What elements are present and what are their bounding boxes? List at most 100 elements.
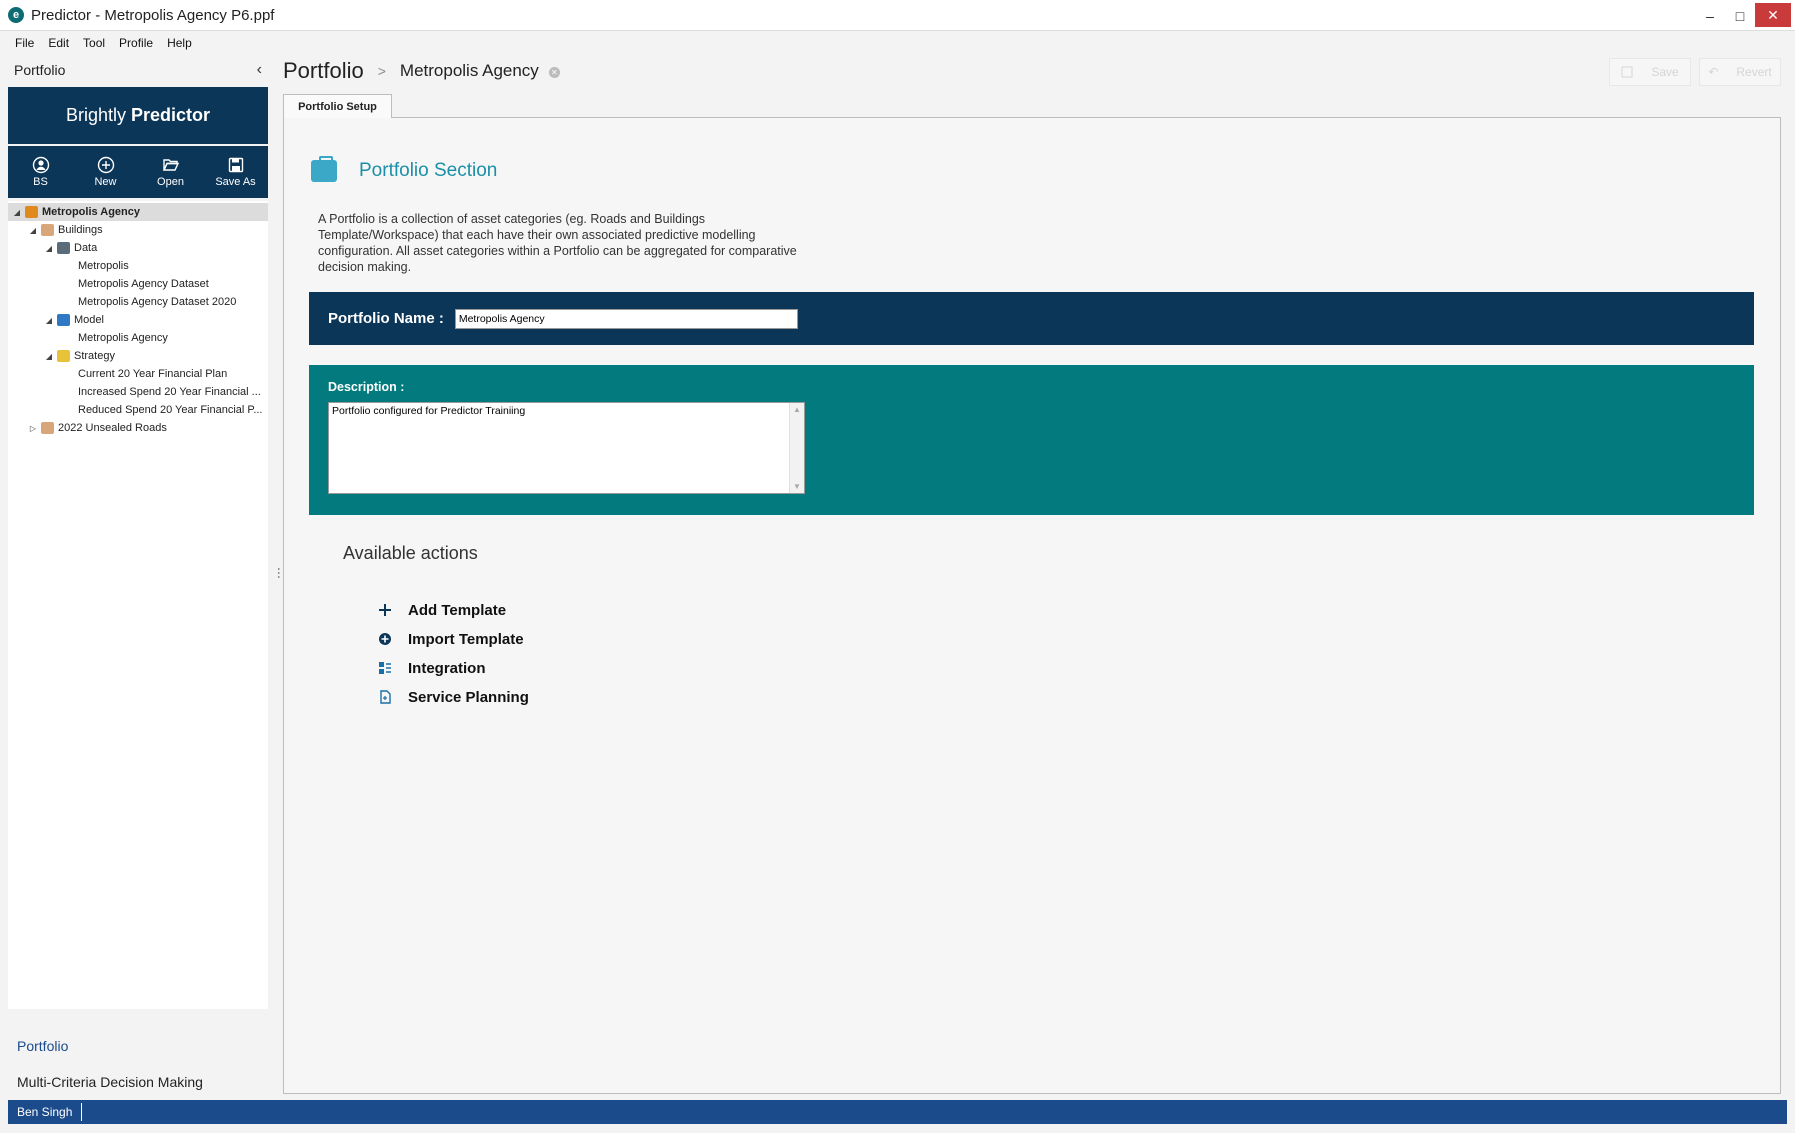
left-panel: Portfolio ‹ Brightly Predictor BS New Op…	[8, 56, 268, 1098]
breadcrumb-separator-icon: >	[377, 63, 386, 79]
portfolio-name-input[interactable]	[454, 308, 798, 329]
bs-label: BS	[33, 176, 48, 188]
save-as-label: Save As	[215, 176, 256, 188]
description-label: Description :	[328, 380, 405, 394]
tree-item[interactable]: ◢ Buildings	[8, 221, 268, 239]
actions-title: Available actions	[343, 543, 478, 563]
brand-light: Brightly	[65, 105, 126, 125]
tab-portfolio-setup[interactable]: Portfolio Setup	[283, 94, 392, 118]
tree-item[interactable]: Metropolis Agency Dataset 2020	[8, 293, 268, 311]
tree-expander-icon[interactable]: ◢	[28, 226, 38, 235]
description-textarea[interactable]: Portfolio configured for Predictor Train…	[328, 402, 805, 494]
nav-mcdm[interactable]: Multi-Criteria Decision Making	[8, 1064, 268, 1100]
portfolio-name-label: Portfolio Name :	[328, 310, 444, 327]
breadcrumb-root[interactable]: Portfolio	[283, 58, 364, 84]
tree-item-label: Strategy	[74, 350, 115, 362]
revert-button[interactable]: ↶ Revert	[1699, 58, 1781, 86]
tree-item-label: Data	[74, 242, 98, 254]
new-button[interactable]: New	[78, 156, 133, 188]
brand-bold: Predictor	[131, 105, 211, 125]
tree-expander-icon[interactable]: ◢	[12, 208, 22, 217]
tree-item[interactable]: ▷ 2022 Unsealed Roads	[8, 419, 268, 437]
tree-expander-icon[interactable]: ◢	[44, 316, 54, 325]
close-breadcrumb-icon[interactable]: ✕	[548, 66, 560, 78]
tree-item[interactable]: ◢ Strategy	[8, 347, 268, 365]
tree-expander-icon[interactable]: ◢	[44, 244, 54, 253]
left-nav: Portfolio Multi-Criteria Decision Making	[8, 1028, 268, 1100]
tree-item[interactable]: Current 20 Year Financial Plan	[8, 365, 268, 383]
tree-item-label: Metropolis Agency Dataset	[78, 278, 209, 290]
tree-expander-icon[interactable]: ▷	[28, 424, 38, 433]
floppy-disk-icon	[228, 157, 243, 173]
new-label: New	[94, 176, 117, 188]
save-button[interactable]: Save	[1609, 58, 1691, 86]
plus-circle-icon	[97, 156, 114, 174]
description-scrollbar[interactable]: ▲ ▼	[789, 403, 804, 493]
database-icon	[57, 242, 70, 254]
status-bar: Ben Singh	[8, 1100, 1787, 1124]
integration-label: Integration	[408, 659, 486, 677]
breadcrumb-current: Metropolis Agency	[399, 61, 539, 80]
collapse-panel-icon[interactable]: ‹	[257, 61, 262, 79]
briefcase-icon	[311, 156, 337, 182]
nav-portfolio[interactable]: Portfolio	[8, 1028, 268, 1064]
menu-file[interactable]: File	[8, 33, 41, 53]
template-icon	[41, 224, 54, 236]
tree-item-label: Metropolis	[78, 260, 129, 272]
add-template-action[interactable]: Add Template	[377, 599, 506, 621]
open-button[interactable]: Open	[143, 156, 198, 188]
portfolio-name-band: Portfolio Name :	[309, 292, 1754, 345]
breadcrumb: Portfolio > Metropolis Agency ✕	[283, 58, 560, 84]
menu-edit[interactable]: Edit	[41, 33, 76, 53]
tree-item-label: Current 20 Year Financial Plan	[78, 368, 228, 380]
import-template-action[interactable]: Import Template	[377, 628, 524, 650]
title-bar: e Predictor - Metropolis Agency P6.ppf –…	[0, 0, 1795, 31]
top-actions: Save ↶ Revert	[1609, 58, 1781, 86]
tree-item[interactable]: ◢ Model	[8, 311, 268, 329]
save-as-button[interactable]: Save As	[208, 156, 263, 188]
tree-item-label: Increased Spend 20 Year Financial ...	[78, 386, 261, 398]
tree-item[interactable]: Metropolis	[8, 257, 268, 275]
maximize-button[interactable]: □	[1725, 0, 1755, 31]
tree-expander-icon[interactable]: ◢	[44, 352, 54, 361]
tree-item[interactable]: Metropolis Agency	[8, 329, 268, 347]
add-template-label: Add Template	[408, 601, 507, 619]
tree-item[interactable]: ◢ Data	[8, 239, 268, 257]
service-planning-label: Service Planning	[408, 688, 529, 706]
template-icon	[41, 422, 54, 434]
menu-profile[interactable]: Profile	[112, 33, 160, 53]
status-user: Ben Singh	[8, 1103, 83, 1121]
plus-icon	[377, 602, 393, 618]
portfolio-setup-panel: Portfolio Section A Portfolio is a colle…	[283, 117, 1781, 1094]
tree-item-label: Buildings	[58, 224, 103, 236]
menu-bar: File Edit Tool Profile Help	[8, 33, 199, 53]
app-logo-icon: e	[8, 7, 24, 23]
minimize-button[interactable]: –	[1695, 0, 1725, 31]
folder-open-icon	[162, 159, 179, 171]
tree-item[interactable]: Reduced Spend 20 Year Financial P...	[8, 401, 268, 419]
scroll-down-icon[interactable]: ▼	[793, 482, 801, 491]
tree-item[interactable]: Increased Spend 20 Year Financial ...	[8, 383, 268, 401]
menu-help[interactable]: Help	[160, 33, 199, 53]
section-title: Portfolio Section	[359, 160, 498, 181]
close-button[interactable]: ✕	[1755, 3, 1791, 27]
bs-button[interactable]: BS	[13, 156, 68, 188]
tree-item[interactable]: ◢ Metropolis Agency	[8, 203, 268, 221]
left-toolbar: BS New Open Save As	[8, 146, 268, 198]
section-header: Portfolio Section	[311, 156, 498, 182]
integration-action[interactable]: Integration	[377, 657, 486, 679]
tree-item-label: Reduced Spend 20 Year Financial P...	[78, 404, 263, 416]
brand-banner: Brightly Predictor	[8, 87, 268, 144]
menu-tool[interactable]: Tool	[76, 33, 112, 53]
portfolio-icon	[25, 206, 38, 218]
tree-item-label: Metropolis Agency	[42, 206, 140, 218]
chart-icon	[57, 314, 70, 326]
user-circle-icon	[32, 156, 49, 174]
tree-item-label: Metropolis Agency	[78, 332, 168, 344]
window-title: Predictor - Metropolis Agency P6.ppf	[31, 6, 275, 24]
service-planning-action[interactable]: Service Planning	[377, 686, 529, 708]
description-band: Description : Portfolio configured for P…	[309, 365, 1754, 515]
scroll-up-icon[interactable]: ▲	[793, 405, 801, 414]
revert-label: Revert	[1736, 65, 1772, 79]
tree-item[interactable]: Metropolis Agency Dataset	[8, 275, 268, 293]
